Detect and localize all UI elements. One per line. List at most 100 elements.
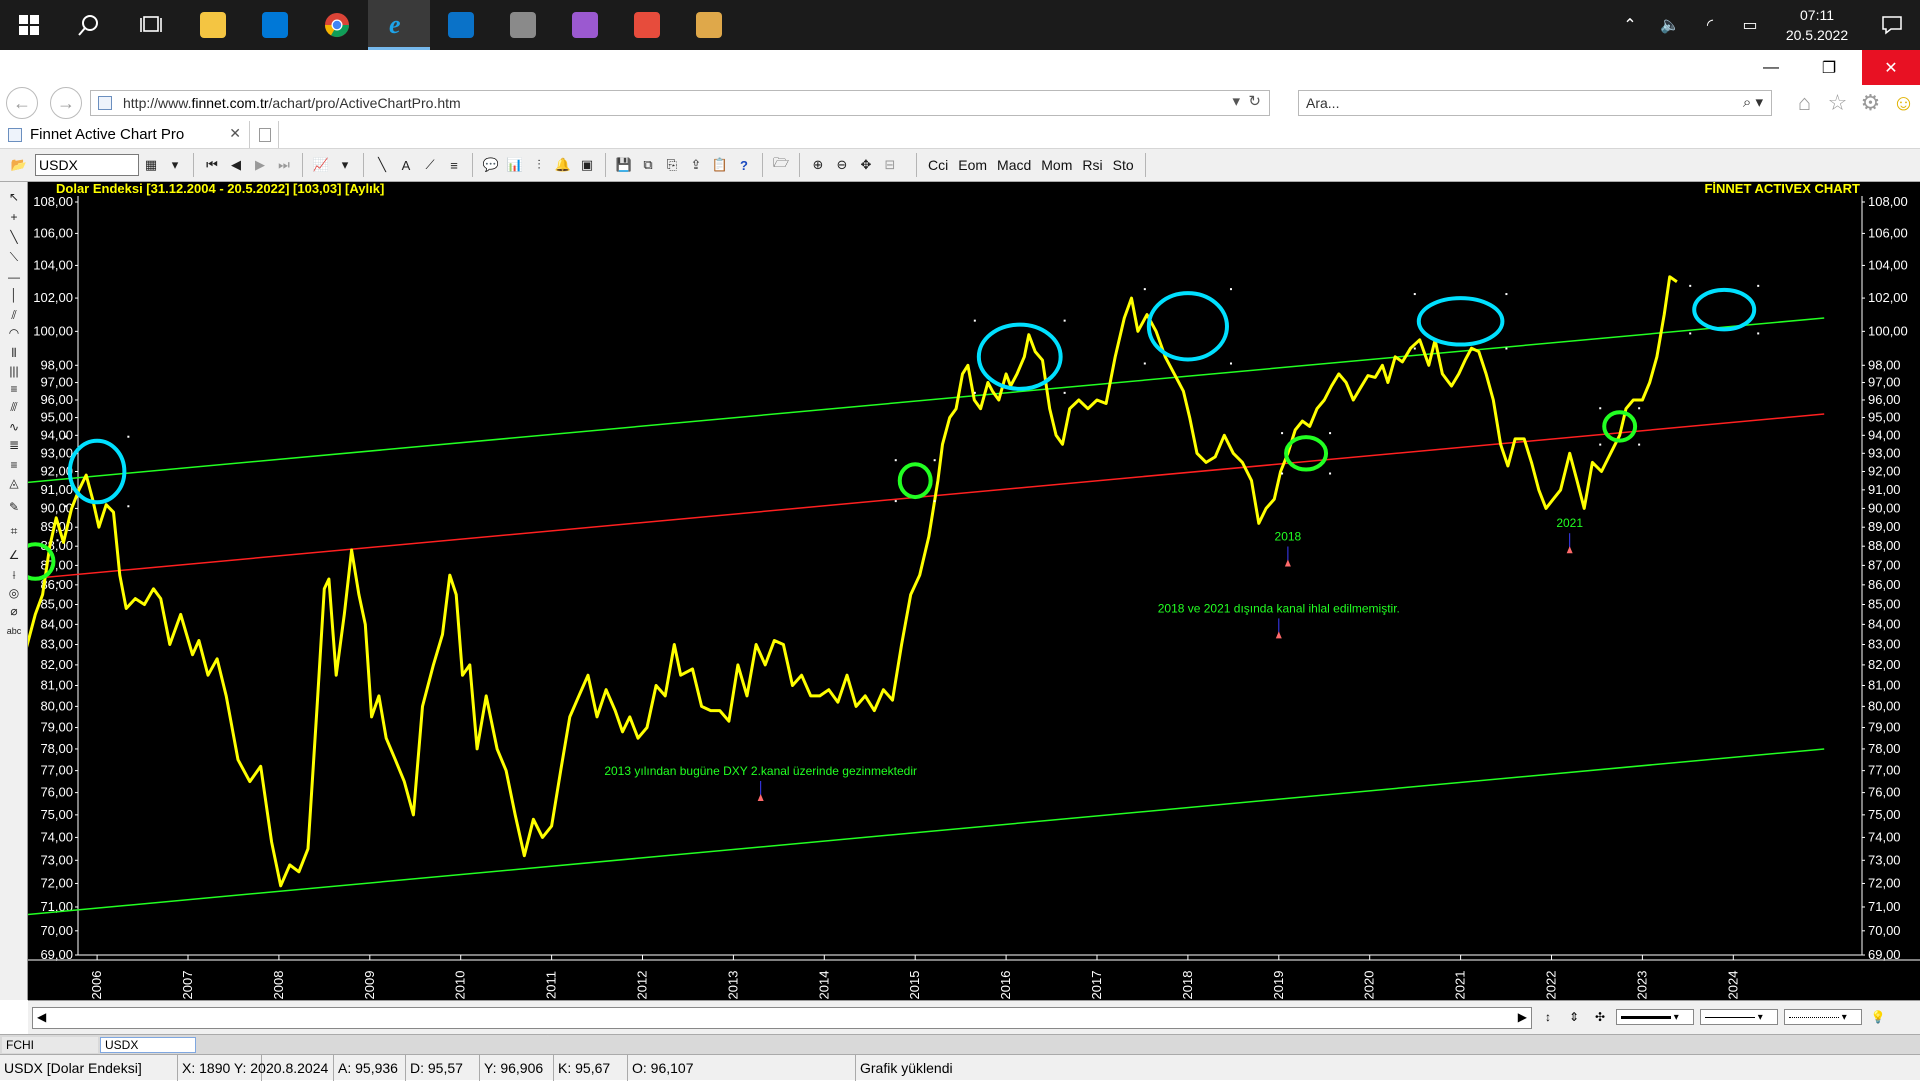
line-thick-select[interactable]: ▾ [1616,1009,1694,1025]
layout-icon[interactable]: ⧉ [637,154,659,176]
indicator-macd-button[interactable]: Macd [992,154,1036,176]
usdx-chart[interactable]: 108,00 108,00 106,00 106,00 104,00 104,00 102,… [0,182,1920,1000]
copy-icon[interactable]: ⎘ [661,154,683,176]
taskbar-app[interactable] [58,0,120,50]
channel-icon[interactable]: ⫻ [4,398,24,416]
home-icon[interactable]: ⌂ [1788,89,1821,117]
zoom-out-icon[interactable]: ⊖ [831,154,853,176]
cycle-icon[interactable]: ⌗ [4,522,24,540]
chart-area[interactable]: 108,00 108,00 106,00 106,00 104,00 104,00 102,… [0,182,1920,1000]
taskbar-app[interactable] [306,0,368,50]
chart-style-icon[interactable]: 📈 [310,154,332,176]
scroll-right-icon[interactable]: ▶ [1518,1010,1527,1024]
first-icon[interactable]: ⏮ [201,154,223,176]
ellipse-icon[interactable]: ◎ [4,584,24,602]
taskbar-app[interactable]: e [368,0,430,50]
pan-icon[interactable]: ✥ [855,154,877,176]
taskbar-app[interactable] [120,0,182,50]
fan-icon[interactable]: ⟊ [4,566,24,584]
search-icon[interactable]: ⌕ [1743,94,1751,111]
settings-gear-icon[interactable]: ⚙ [1854,89,1887,117]
taskbar-app[interactable] [616,0,678,50]
candle-icon[interactable]: ⫶ [528,154,550,176]
taskbar-clock[interactable]: 07:11 20.5.2022 [1770,5,1864,45]
line-thin-select[interactable]: ▾ [1700,1009,1778,1025]
line-tool-icon[interactable]: ╲ [371,154,393,176]
save-icon[interactable]: 💾 [613,154,635,176]
crosshair-icon[interactable]: ✣ [1590,1007,1610,1027]
brush-icon[interactable]: ⌀ [4,602,24,620]
address-bar[interactable]: http://www.finnet.com.tr/achart/pro/Acti… [90,90,1270,116]
triangle-icon[interactable]: ◬ [4,474,24,492]
address-url[interactable]: http://www.finnet.com.tr/achart/pro/Acti… [123,95,461,111]
help-icon[interactable]: ? [733,154,755,176]
refresh-icon[interactable]: ↻ [1248,93,1261,110]
vertical-move-icon[interactable]: ⇕ [1564,1007,1584,1027]
reset-zoom-icon[interactable]: ⊟ [879,154,901,176]
indicator-rsi-button[interactable]: Rsi [1077,154,1107,176]
start-button[interactable] [0,0,58,50]
search-dropdown-icon[interactable]: ▾ [1755,94,1763,111]
vertical-line-icon[interactable]: │ [4,286,24,304]
line-draw-icon[interactable]: ╲ [4,228,24,246]
indicator-eom-button[interactable]: Eom [953,154,992,176]
crosshair-tool-icon[interactable]: + [4,208,24,226]
dropdown-arrow-icon[interactable]: ▾ [164,154,186,176]
minimize-icon[interactable]: — [1742,50,1800,85]
symbol-tab-usdx[interactable]: USDX [100,1037,196,1053]
open-folder-icon[interactable]: 📂 [8,154,30,176]
symbol-list-icon[interactable]: ▦ [140,154,162,176]
export-icon[interactable]: ⇪ [685,154,707,176]
folder-icon[interactable]: 🗁 [770,154,792,176]
list-icon[interactable]: ≡ [443,154,465,176]
regression-icon[interactable]: ≣ [4,436,24,454]
line-dotted-select[interactable]: ▾ [1784,1009,1862,1025]
close-window-icon[interactable]: ✕ [1862,50,1920,85]
symbol-tab-fchi[interactable]: FCHI [2,1037,98,1053]
volume-icon[interactable]: 🔈 [1650,0,1690,50]
indicator-cci-button[interactable]: Cci [923,154,953,176]
dropdown-arrow-icon[interactable]: ▾ [334,154,356,176]
horizontal-grid-icon[interactable]: ≡ [4,380,24,398]
keyboard-icon[interactable]: ▭ [1730,0,1770,50]
bar-chart-icon[interactable]: 📊 [504,154,526,176]
dropdown-arrow-icon[interactable]: ▾ [1233,93,1241,110]
back-arrow-icon[interactable]: ← [6,87,38,119]
comment-icon[interactable]: 💬 [480,154,502,176]
lightbulb-icon[interactable]: 💡 [1868,1007,1888,1027]
forward-arrow-icon[interactable]: → [50,87,82,119]
zoom-in-icon[interactable]: ⊕ [807,154,829,176]
taskbar-app[interactable] [554,0,616,50]
trendline-icon[interactable]: ⟋ [419,154,441,176]
speed-lines-icon[interactable]: ≡ [4,456,24,474]
vertical-grid-icon[interactable]: ||| [4,362,24,380]
wave-icon[interactable]: ∿ [4,418,24,436]
taskbar-app[interactable] [430,0,492,50]
fibonacci-icon[interactable]: ⫽ [4,306,24,324]
favorites-star-icon[interactable]: ☆ [1821,89,1854,117]
gann-icon[interactable]: ⦀ [4,344,24,362]
vertical-resize-icon[interactable]: ↕ [1538,1007,1558,1027]
tab-close-icon[interactable]: ✕ [229,125,241,142]
horizontal-line-icon[interactable]: — [4,268,24,286]
indicator-sto-button[interactable]: Sto [1108,154,1139,176]
taskbar-app[interactable] [492,0,554,50]
taskbar-app[interactable] [182,0,244,50]
arc-icon[interactable]: ◠ [4,324,24,342]
indicator-mom-button[interactable]: Mom [1036,154,1077,176]
paste-icon[interactable]: 📋 [709,154,731,176]
template-icon[interactable]: ▣ [576,154,598,176]
last-icon[interactable]: ⏭ [273,154,295,176]
text-tool-icon[interactable]: A [395,154,417,176]
smiley-feedback-icon[interactable]: ☺ [1887,89,1920,117]
search-box[interactable]: Ara... ⌕ ▾ [1298,90,1772,116]
pencil-icon[interactable]: ✎ [4,498,24,516]
new-tab-button[interactable] [251,121,279,148]
next-icon[interactable]: ▶ [249,154,271,176]
chevron-up-icon[interactable]: ⌃ [1610,0,1650,50]
previous-icon[interactable]: ◀ [225,154,247,176]
notification-icon[interactable] [1864,15,1920,35]
taskbar-app[interactable] [678,0,740,50]
horizontal-scrollbar[interactable]: ◀ ▶ [32,1007,1532,1029]
scroll-left-icon[interactable]: ◀ [37,1010,46,1024]
